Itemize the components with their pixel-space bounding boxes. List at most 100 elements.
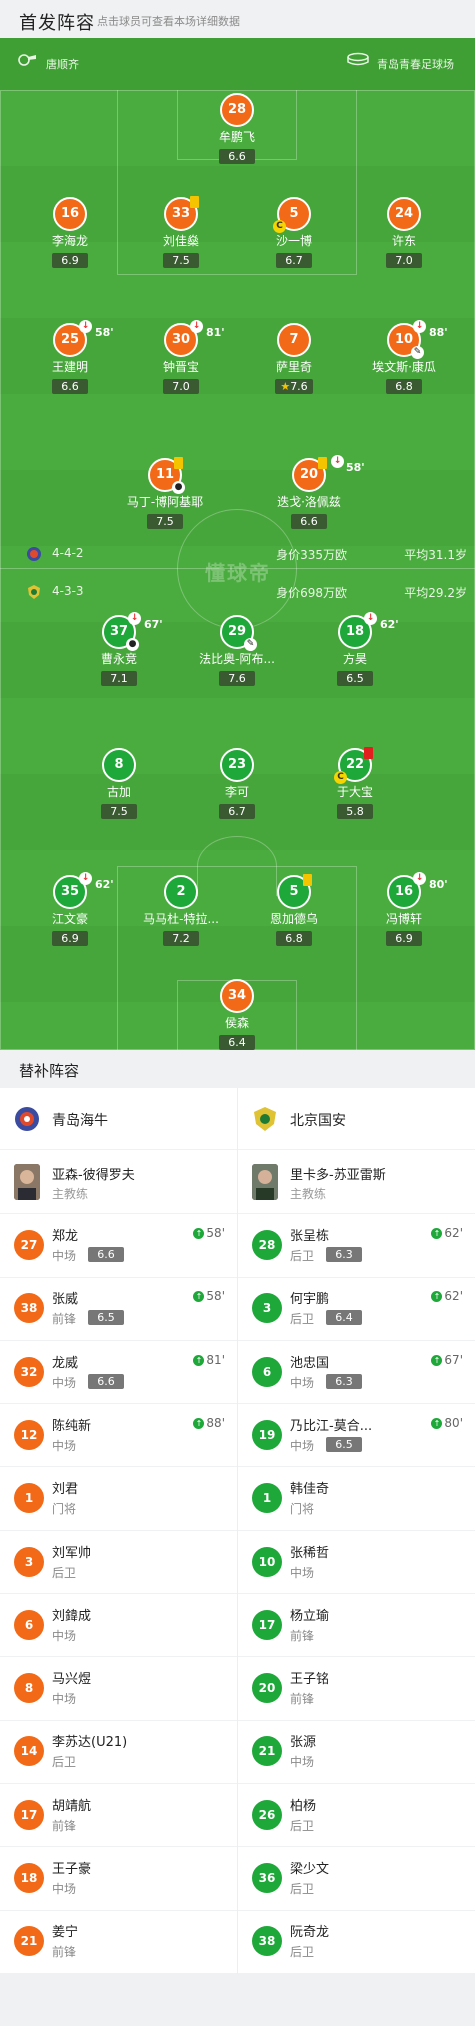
player-card[interactable]: 11 ● 马丁-博阿基耶 7.5	[110, 457, 220, 529]
sub-player-row[interactable]: 20 王子铭 前锋	[238, 1657, 475, 1721]
player-rating: 7.0	[386, 253, 422, 268]
player-card[interactable]: 5 恩加德乌 6.8	[239, 874, 349, 946]
sub-player-row[interactable]: 10 张稀哲 中场	[238, 1531, 475, 1594]
player-card[interactable]: 29 ✎ 法比奥-阿布... 7.6	[182, 615, 292, 686]
player-name: 牟鹏飞	[218, 130, 255, 144]
sub-player-number: 6	[14, 1609, 44, 1640]
player-card[interactable]: 16 ↓ 80' 冯博轩 6.9	[349, 872, 459, 946]
player-card[interactable]: 10 ↓ 88' ✎ 埃文斯·康瓜 6.8	[349, 320, 459, 394]
sub-player-rating: 6.5	[88, 1310, 124, 1326]
sub-player-name: 杨立瑜	[290, 1608, 330, 1624]
player-number: 11	[155, 467, 175, 482]
sub-player-row[interactable]: 21 姜宁 前锋	[0, 1910, 237, 1974]
sub-player-number: 12	[14, 1419, 44, 1450]
sub-player-number: 38	[14, 1293, 44, 1324]
away-team-value: 身价698万欧	[276, 586, 347, 600]
sub-player-row[interactable]: 17 胡靖航 前锋	[0, 1784, 237, 1848]
sub-player-row[interactable]: 18 王子豪 中场	[0, 1847, 237, 1911]
match-info-bar: 唐顺齐 青岛青春足球场	[0, 38, 475, 90]
sub-player-row[interactable]: 38 阮奇龙 后卫	[238, 1910, 475, 1974]
player-number: 35	[60, 884, 80, 899]
sub-player-name: 刘君	[52, 1482, 79, 1498]
player-card[interactable]: 28 牟鹏飞 6.6	[182, 93, 292, 164]
sub-player-row[interactable]: 36 梁少文 后卫	[238, 1847, 475, 1911]
player-rating: 7.6	[219, 671, 255, 686]
sub-player-row[interactable]: 19 乃比江-莫合... 中场 6.5 ↑ 80'	[238, 1404, 475, 1468]
sub-player-rating: 6.4	[326, 1310, 362, 1326]
player-card[interactable]: 23 李可 6.7	[182, 748, 292, 819]
sub-player-position: 中场	[52, 1692, 77, 1707]
player-name: 沙一博	[275, 234, 312, 248]
player-card[interactable]: 35 ↓ 62' 江文豪 6.9	[15, 872, 125, 946]
sub-player-rating: 6.5	[326, 1436, 362, 1452]
player-card[interactable]: 30 ↓ 81' 钟晋宝 7.0	[126, 320, 236, 394]
away-subs-column: 北京国安 里卡多-苏亚雷斯 主教练 28 张呈栋 后卫 6.3 ↑ 62' 3 何宇鹏 后卫 6.…	[238, 1088, 475, 1974]
sub-player-row[interactable]: 1 刘君 门将	[0, 1467, 237, 1531]
sub-player-row[interactable]: 28 张呈栋 后卫 6.3 ↑ 62'	[238, 1214, 475, 1278]
sub-player-name: 韩佳奇	[290, 1482, 330, 1498]
player-number: 20	[299, 467, 319, 482]
sub-player-row[interactable]: 3 何宇鹏 后卫 6.4 ↑ 62'	[238, 1277, 475, 1341]
sub-player-number: 1	[252, 1483, 282, 1514]
sub-player-name: 李苏达(U21)	[52, 1735, 128, 1751]
sub-player-row[interactable]: 26 柏杨 后卫	[238, 1784, 475, 1848]
subs-section-header: 替补阵容	[0, 1050, 475, 1088]
player-card[interactable]: 25 ↓ 58' 王建明 6.6	[15, 320, 125, 394]
player-card[interactable]: 34 侯森 6.4	[182, 979, 292, 1050]
player-name: 钟晋宝	[162, 360, 199, 374]
sub-on-minute: 58'	[206, 1226, 225, 1240]
referee-name: 唐顺齐	[46, 58, 79, 71]
captain-icon: C	[334, 771, 347, 784]
sub-player-row[interactable]: 27 郑龙 中场 6.6 ↑ 58'	[0, 1214, 237, 1278]
sub-off-icon: ↓	[364, 612, 377, 625]
player-card[interactable]: 20 ↓ 58' 迭戈·洛佩兹 6.6	[254, 455, 365, 529]
player-card[interactable]: 33 刘佳燊 7.5	[126, 196, 236, 268]
player-card[interactable]: 37 ↓ 67' ● 曹永竞 7.1	[64, 612, 174, 686]
sub-player-number: 14	[14, 1736, 44, 1767]
player-name: 法比奥-阿布...	[199, 652, 275, 666]
player-card[interactable]: 24 许东 7.0	[349, 197, 459, 268]
player-card[interactable]: 7 萨里奇 ★7.6	[239, 323, 349, 394]
sub-player-row[interactable]: 8 马兴煜 中场	[0, 1657, 237, 1721]
player-name: 古加	[106, 785, 131, 799]
sub-player-row[interactable]: 21 张源 中场	[238, 1720, 475, 1784]
sub-player-row[interactable]: 32 龙威 中场 6.6 ↑ 81'	[0, 1341, 237, 1405]
sub-player-position: 后卫	[52, 1755, 77, 1770]
sub-player-row[interactable]: 14 李苏达(U21) 后卫	[0, 1720, 237, 1784]
captain-icon: C	[273, 220, 286, 233]
player-card[interactable]: 18 ↓ 62' 方昊 6.5	[300, 612, 410, 686]
sub-player-row[interactable]: 17 杨立瑜 前锋	[238, 1594, 475, 1658]
sub-player-position: 后卫	[290, 1945, 315, 1960]
player-number: 28	[220, 93, 254, 127]
sub-on-minute: 88'	[206, 1415, 225, 1430]
home-coach[interactable]: 亚森-彼得罗夫 主教练	[0, 1150, 237, 1214]
player-card[interactable]: 16 李海龙 6.9	[15, 197, 125, 268]
away-coach[interactable]: 里卡多-苏亚雷斯 主教练	[238, 1150, 475, 1214]
player-card[interactable]: 8 古加 7.5	[64, 748, 174, 819]
sub-player-name: 梁少文	[290, 1862, 330, 1877]
player-rating: 7.5	[163, 253, 199, 268]
assist-icon: ✎	[411, 346, 424, 359]
player-rating: 6.7	[276, 253, 312, 268]
player-card[interactable]: 2 马马杜-特拉... 7.2	[126, 875, 236, 946]
player-rating: 6.4	[219, 1035, 255, 1050]
sub-on-icon: ↑	[193, 1417, 205, 1429]
player-card[interactable]: 22 C 于大宝 5.8	[300, 747, 410, 819]
sub-player-row[interactable]: 12 陈纯新 中场 ↑ 88'	[0, 1404, 237, 1468]
sub-player-name: 张源	[290, 1735, 317, 1751]
sub-on-minute: 81'	[206, 1352, 225, 1367]
sub-player-row[interactable]: 3 刘军帅 后卫	[0, 1531, 237, 1594]
sub-player-row[interactable]: 6 池忠国 中场 6.3 ↑ 67'	[238, 1341, 475, 1405]
sub-player-row[interactable]: 6 刘鍏成 中场	[0, 1594, 237, 1658]
player-card[interactable]: 5C 沙一博 6.7	[239, 197, 349, 268]
sub-player-row[interactable]: 38 张威 前锋 6.5 ↑ 58'	[0, 1277, 237, 1341]
home-team-header[interactable]: 青岛海牛	[0, 1088, 237, 1150]
sub-player-position: 前锋	[52, 1818, 77, 1833]
sub-minute: 81'	[206, 326, 225, 339]
away-team-header[interactable]: 北京国安	[238, 1088, 475, 1150]
sub-player-row[interactable]: 1 韩佳奇 门将	[238, 1467, 475, 1531]
away-team-info: 4-3-3 身价698万欧 平均29.2岁	[0, 578, 475, 606]
player-name: 马丁-博阿基耶	[126, 495, 204, 509]
sub-on-indicator: ↑ 62'	[431, 1226, 463, 1240]
away-formation: 4-3-3	[52, 584, 84, 598]
